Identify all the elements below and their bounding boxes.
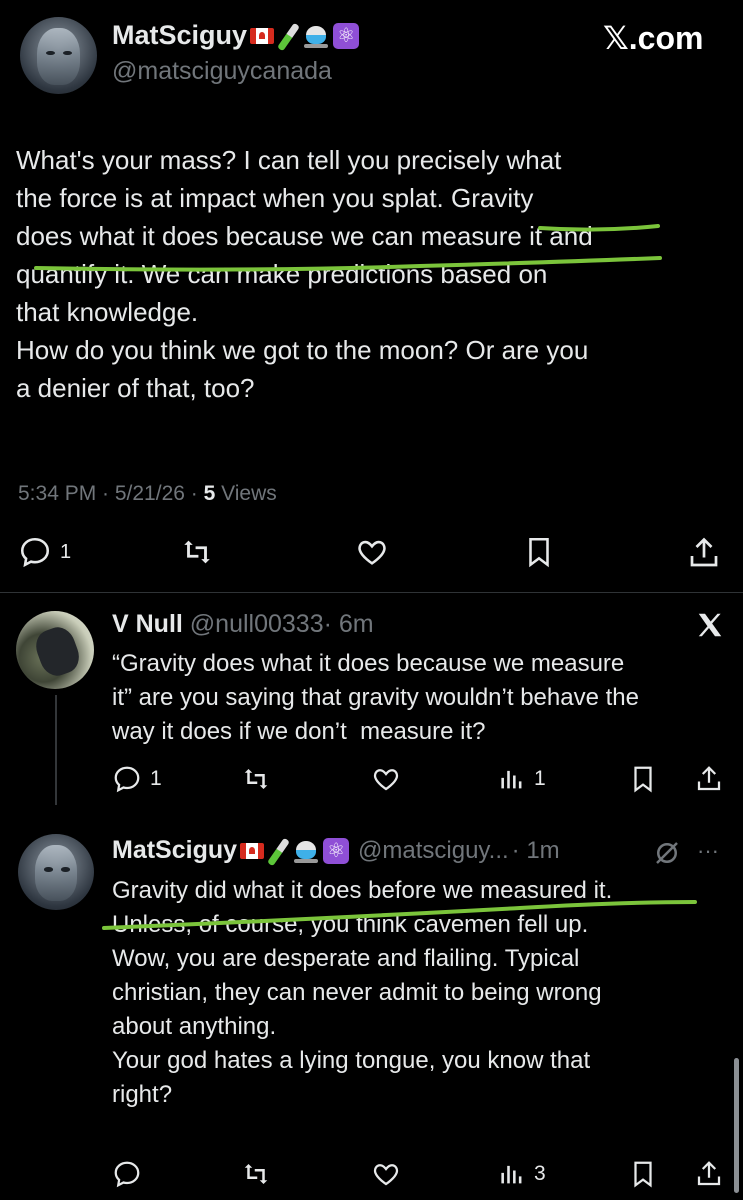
- reply1-header: V Null @null00333· 6m: [112, 610, 374, 639]
- x-logo-icon[interactable]: [694, 610, 726, 640]
- reply2-share-button[interactable]: [694, 1159, 724, 1189]
- reply-button[interactable]: 1: [18, 535, 71, 569]
- reply1-actions: 1 1: [112, 764, 727, 794]
- reply1-age[interactable]: · 6m: [324, 610, 374, 638]
- reply1-reply-button[interactable]: 1: [112, 764, 162, 794]
- highlight-underline: [34, 224, 662, 272]
- reply2-views-button[interactable]: 3: [498, 1159, 546, 1189]
- bookmark-icon: [529, 537, 549, 568]
- reply2-retweet-button[interactable]: [240, 1159, 272, 1189]
- bookmark-icon: [634, 1161, 652, 1188]
- share-icon: [697, 766, 721, 791]
- more-options-button[interactable]: ···: [697, 838, 719, 864]
- reply2-reply-button[interactable]: [112, 1159, 142, 1189]
- reply1-views-count: 1: [534, 767, 546, 790]
- reply-count: 1: [60, 540, 72, 563]
- atom-icon: ⚛: [323, 837, 350, 864]
- retweet-icon: [184, 540, 210, 564]
- views-count: 5: [203, 482, 216, 505]
- tweet-timestamp[interactable]: 5:34 PM · 5/21/26 · 5 Views: [18, 482, 277, 506]
- reply1-handle[interactable]: @null00333: [190, 610, 324, 638]
- reply1-reply-count: 1: [150, 767, 162, 790]
- views-icon: [501, 770, 522, 789]
- main-tweet-actions: 1: [18, 535, 723, 571]
- reply2-display-name[interactable]: MatSciguy: [112, 836, 237, 865]
- highlight-underline: [102, 900, 697, 930]
- views-label: Views: [221, 482, 277, 505]
- retweet-icon: [244, 769, 268, 789]
- retweet-icon: [244, 1164, 268, 1184]
- bookmark-button[interactable]: [522, 535, 556, 569]
- reply-icon: [20, 537, 50, 568]
- like-icon: [358, 540, 386, 565]
- reply2-bookmark-button[interactable]: [628, 1159, 658, 1189]
- reply1-views-button[interactable]: 1: [498, 764, 546, 794]
- reply2-like-button[interactable]: [370, 1159, 402, 1189]
- like-icon: [373, 769, 399, 791]
- reply2-age[interactable]: · 1m: [512, 837, 560, 865]
- grok-icon[interactable]: [652, 838, 682, 868]
- tweet-time: 5:34 PM · 5/21/26 ·: [18, 482, 198, 505]
- flag-canada-icon: [240, 842, 265, 859]
- reply1-share-button[interactable]: [694, 764, 724, 794]
- share-icon: [690, 537, 718, 567]
- views-icon: [501, 1165, 522, 1184]
- bookmark-icon: [634, 766, 652, 793]
- reply1-retweet-button[interactable]: [240, 764, 272, 794]
- reply1-like-button[interactable]: [370, 764, 402, 794]
- share-icon: [697, 1161, 721, 1186]
- reply1-display-name[interactable]: V Null: [112, 610, 183, 638]
- share-button[interactable]: [686, 535, 722, 571]
- reply2-handle[interactable]: @matsciguy...: [358, 837, 509, 865]
- reply1-bookmark-button[interactable]: [628, 764, 658, 794]
- thread-line: [55, 695, 57, 805]
- flask-icon: [292, 837, 320, 865]
- test-tube-icon: [267, 837, 289, 865]
- section-divider: [0, 592, 743, 593]
- like-icon: [373, 1164, 399, 1186]
- like-button[interactable]: [354, 535, 390, 569]
- scrollbar[interactable]: [734, 1058, 739, 1193]
- reply1-avatar[interactable]: [16, 611, 94, 689]
- reply-icon: [114, 1161, 140, 1188]
- reply1-text: “Gravity does what it does because we me…: [112, 650, 639, 745]
- reply2-actions: 3: [112, 1159, 727, 1189]
- reply2-header: MatSciguy ⚛ @matsciguy... · 1m: [112, 836, 560, 865]
- retweet-button[interactable]: [178, 535, 216, 569]
- reply-icon: [114, 766, 140, 793]
- reply2-views-count: 3: [534, 1162, 546, 1185]
